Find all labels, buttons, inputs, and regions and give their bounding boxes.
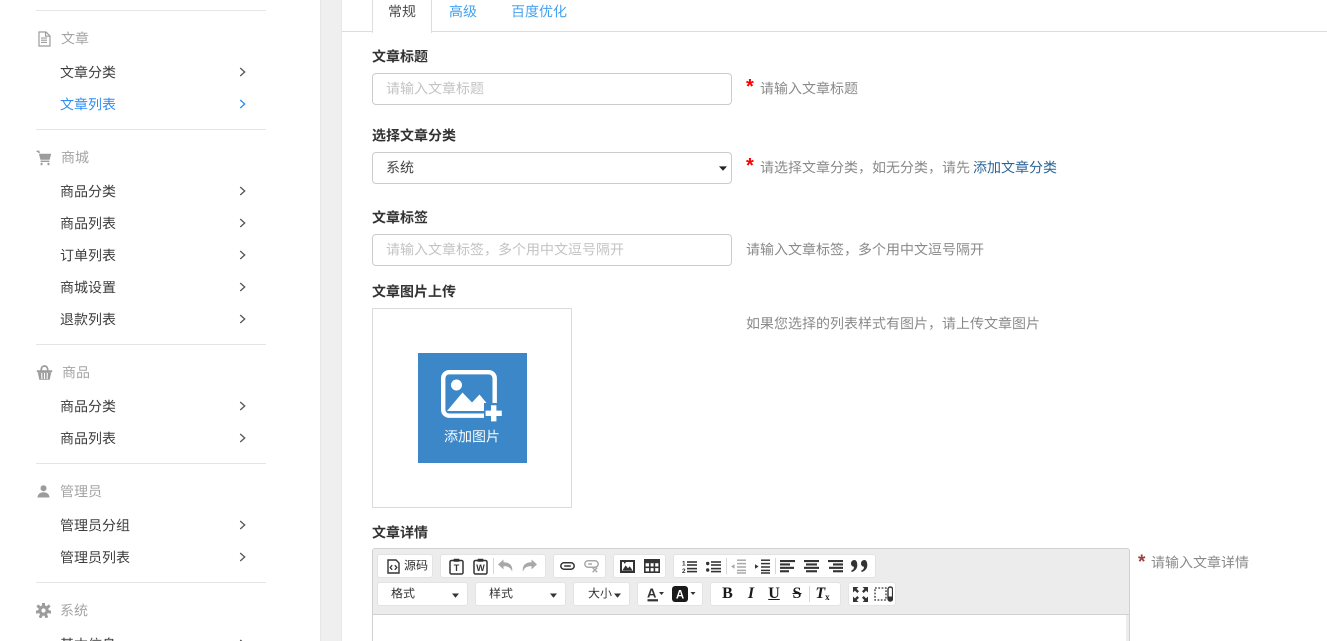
svg-text:A: A (647, 586, 657, 601)
svg-text:1: 1 (682, 560, 686, 567)
svg-text:2: 2 (682, 568, 686, 573)
svg-text:T: T (454, 563, 460, 573)
svg-text:W: W (476, 563, 485, 573)
svg-text:A: A (676, 590, 684, 602)
